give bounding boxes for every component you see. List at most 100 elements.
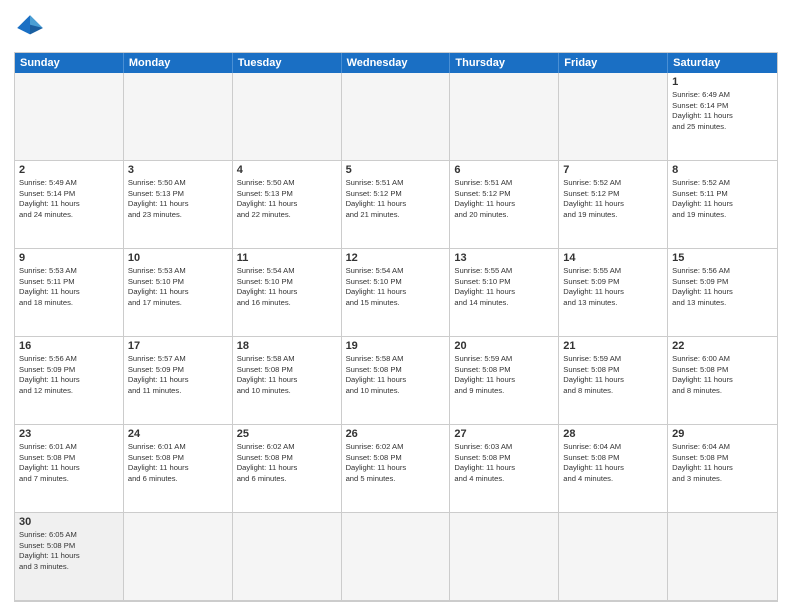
day-info: Sunrise: 6:01 AM Sunset: 5:08 PM Dayligh… <box>128 442 228 485</box>
calendar-cell <box>124 73 233 161</box>
day-info: Sunrise: 5:58 AM Sunset: 5:08 PM Dayligh… <box>346 354 446 397</box>
header-day-monday: Monday <box>124 53 233 73</box>
calendar-cell: 1 Sunrise: 6:49 AM Sunset: 6:14 PM Daylig… <box>668 73 777 161</box>
calendar-cell: 12 Sunrise: 5:54 AM Sunset: 5:10 PM Dayli… <box>342 249 451 337</box>
calendar-cell: 11 Sunrise: 5:54 AM Sunset: 5:10 PM Dayli… <box>233 249 342 337</box>
day-info: Sunrise: 5:57 AM Sunset: 5:09 PM Dayligh… <box>128 354 228 397</box>
calendar-cell <box>342 73 451 161</box>
header-day-saturday: Saturday <box>668 53 777 73</box>
calendar-cell: 30 Sunrise: 6:05 AM Sunset: 5:08 PM Dayli… <box>15 513 124 601</box>
day-number: 3 <box>128 164 228 176</box>
day-number: 29 <box>672 428 773 440</box>
header-day-wednesday: Wednesday <box>342 53 451 73</box>
calendar-cell: 19 Sunrise: 5:58 AM Sunset: 5:08 PM Dayli… <box>342 337 451 425</box>
day-info: Sunrise: 5:51 AM Sunset: 5:12 PM Dayligh… <box>454 178 554 221</box>
calendar-cell: 8Sunrise: 5:52 AM Sunset: 5:11 PM Daylig… <box>668 161 777 249</box>
calendar-cell: 10 Sunrise: 5:53 AM Sunset: 5:10 PM Dayli… <box>124 249 233 337</box>
day-number: 9 <box>19 252 119 264</box>
calendar-cell: 16 Sunrise: 5:56 AM Sunset: 5:09 PM Dayli… <box>15 337 124 425</box>
day-info: Sunrise: 6:49 AM Sunset: 6:14 PM Dayligh… <box>672 90 773 133</box>
day-info: Sunrise: 5:50 AM Sunset: 5:13 PM Dayligh… <box>128 178 228 221</box>
calendar-cell: 4 Sunrise: 5:50 AM Sunset: 5:13 PM Daylig… <box>233 161 342 249</box>
day-info: Sunrise: 5:51 AM Sunset: 5:12 PM Dayligh… <box>346 178 446 221</box>
day-info: Sunrise: 6:02 AM Sunset: 5:08 PM Dayligh… <box>346 442 446 485</box>
day-number: 2 <box>19 164 119 176</box>
calendar-cell: 13 Sunrise: 5:55 AM Sunset: 5:10 PM Dayli… <box>450 249 559 337</box>
day-number: 27 <box>454 428 554 440</box>
day-info: Sunrise: 5:53 AM Sunset: 5:10 PM Dayligh… <box>128 266 228 309</box>
header <box>14 12 778 44</box>
day-info: Sunrise: 5:52 AM Sunset: 5:12 PM Dayligh… <box>563 178 663 221</box>
day-number: 11 <box>237 252 337 264</box>
day-info: Sunrise: 6:04 AM Sunset: 5:08 PM Dayligh… <box>563 442 663 485</box>
day-info: Sunrise: 5:55 AM Sunset: 5:09 PM Dayligh… <box>563 266 663 309</box>
calendar-body: 1 Sunrise: 6:49 AM Sunset: 6:14 PM Daylig… <box>15 73 777 601</box>
calendar-cell: 24 Sunrise: 6:01 AM Sunset: 5:08 PM Dayli… <box>124 425 233 513</box>
day-info: Sunrise: 6:00 AM Sunset: 5:08 PM Dayligh… <box>672 354 773 397</box>
day-number: 22 <box>672 340 773 352</box>
day-info: Sunrise: 6:02 AM Sunset: 5:08 PM Dayligh… <box>237 442 337 485</box>
day-number: 10 <box>128 252 228 264</box>
day-info: Sunrise: 6:05 AM Sunset: 5:08 PM Dayligh… <box>19 530 119 573</box>
day-number: 12 <box>346 252 446 264</box>
calendar-cell <box>124 513 233 601</box>
calendar-cell <box>668 513 777 601</box>
day-number: 13 <box>454 252 554 264</box>
day-info: Sunrise: 5:58 AM Sunset: 5:08 PM Dayligh… <box>237 354 337 397</box>
logo <box>14 12 50 44</box>
calendar-cell: 20Sunrise: 5:59 AM Sunset: 5:08 PM Dayli… <box>450 337 559 425</box>
day-info: Sunrise: 5:56 AM Sunset: 5:09 PM Dayligh… <box>19 354 119 397</box>
calendar-cell: 26 Sunrise: 6:02 AM Sunset: 5:08 PM Dayli… <box>342 425 451 513</box>
day-info: Sunrise: 6:04 AM Sunset: 5:08 PM Dayligh… <box>672 442 773 485</box>
calendar-cell: 3 Sunrise: 5:50 AM Sunset: 5:13 PM Daylig… <box>124 161 233 249</box>
day-info: Sunrise: 5:50 AM Sunset: 5:13 PM Dayligh… <box>237 178 337 221</box>
calendar-cell: 21 Sunrise: 5:59 AM Sunset: 5:08 PM Dayli… <box>559 337 668 425</box>
calendar-cell: 9 Sunrise: 5:53 AM Sunset: 5:11 PM Daylig… <box>15 249 124 337</box>
calendar-cell: 5Sunrise: 5:51 AM Sunset: 5:12 PM Daylig… <box>342 161 451 249</box>
day-info: Sunrise: 6:01 AM Sunset: 5:08 PM Dayligh… <box>19 442 119 485</box>
logo-icon <box>14 12 46 44</box>
day-number: 21 <box>563 340 663 352</box>
calendar-cell: 28 Sunrise: 6:04 AM Sunset: 5:08 PM Dayli… <box>559 425 668 513</box>
day-number: 16 <box>19 340 119 352</box>
day-number: 18 <box>237 340 337 352</box>
day-number: 1 <box>672 76 773 88</box>
day-number: 19 <box>346 340 446 352</box>
day-info: Sunrise: 5:54 AM Sunset: 5:10 PM Dayligh… <box>237 266 337 309</box>
day-info: Sunrise: 5:55 AM Sunset: 5:10 PM Dayligh… <box>454 266 554 309</box>
day-number: 7 <box>563 164 663 176</box>
day-number: 24 <box>128 428 228 440</box>
calendar-cell: 25 Sunrise: 6:02 AM Sunset: 5:08 PM Dayli… <box>233 425 342 513</box>
calendar-cell <box>450 73 559 161</box>
page: SundayMondayTuesdayWednesdayThursdayFrid… <box>0 0 792 612</box>
header-day-sunday: Sunday <box>15 53 124 73</box>
calendar: SundayMondayTuesdayWednesdayThursdayFrid… <box>14 52 778 602</box>
calendar-header: SundayMondayTuesdayWednesdayThursdayFrid… <box>15 53 777 73</box>
calendar-cell: 22 Sunrise: 6:00 AM Sunset: 5:08 PM Dayli… <box>668 337 777 425</box>
day-info: Sunrise: 5:59 AM Sunset: 5:08 PM Dayligh… <box>454 354 554 397</box>
header-day-thursday: Thursday <box>450 53 559 73</box>
day-number: 4 <box>237 164 337 176</box>
calendar-cell: 23 Sunrise: 6:01 AM Sunset: 5:08 PM Dayli… <box>15 425 124 513</box>
day-number: 25 <box>237 428 337 440</box>
day-info: Sunrise: 5:54 AM Sunset: 5:10 PM Dayligh… <box>346 266 446 309</box>
day-number: 30 <box>19 516 119 528</box>
day-info: Sunrise: 5:49 AM Sunset: 5:14 PM Dayligh… <box>19 178 119 221</box>
calendar-cell <box>450 513 559 601</box>
calendar-cell: 14Sunrise: 5:55 AM Sunset: 5:09 PM Dayli… <box>559 249 668 337</box>
calendar-cell: 29 Sunrise: 6:04 AM Sunset: 5:08 PM Dayli… <box>668 425 777 513</box>
calendar-cell: 18 Sunrise: 5:58 AM Sunset: 5:08 PM Dayli… <box>233 337 342 425</box>
day-number: 28 <box>563 428 663 440</box>
calendar-cell: 17Sunrise: 5:57 AM Sunset: 5:09 PM Dayli… <box>124 337 233 425</box>
day-number: 23 <box>19 428 119 440</box>
calendar-cell <box>342 513 451 601</box>
day-number: 15 <box>672 252 773 264</box>
calendar-cell: 15Sunrise: 5:56 AM Sunset: 5:09 PM Dayli… <box>668 249 777 337</box>
header-day-tuesday: Tuesday <box>233 53 342 73</box>
day-info: Sunrise: 5:52 AM Sunset: 5:11 PM Dayligh… <box>672 178 773 221</box>
day-info: Sunrise: 5:59 AM Sunset: 5:08 PM Dayligh… <box>563 354 663 397</box>
calendar-cell: 7 Sunrise: 5:52 AM Sunset: 5:12 PM Daylig… <box>559 161 668 249</box>
day-number: 26 <box>346 428 446 440</box>
day-info: Sunrise: 5:53 AM Sunset: 5:11 PM Dayligh… <box>19 266 119 309</box>
calendar-cell: 6Sunrise: 5:51 AM Sunset: 5:12 PM Daylig… <box>450 161 559 249</box>
